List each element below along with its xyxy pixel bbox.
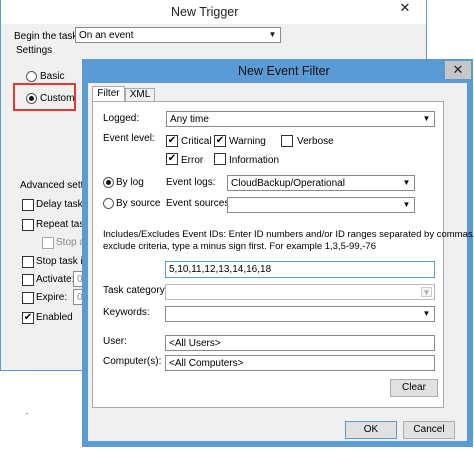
- verbose-label: Verbose: [297, 136, 334, 147]
- computers-input[interactable]: <All Computers>: [165, 355, 435, 371]
- event-logs-label: Event logs:: [166, 177, 216, 188]
- information-checkbox[interactable]: [214, 153, 226, 165]
- enabled-checkbox[interactable]: ✔: [22, 312, 34, 324]
- activate-checkbox[interactable]: [22, 274, 34, 286]
- begin-task-label: Begin the task:: [14, 31, 81, 42]
- user-label: User:: [103, 336, 127, 347]
- error-checkbox[interactable]: ✔: [166, 153, 178, 165]
- warning-checkbox[interactable]: ✔: [214, 135, 226, 147]
- repeat-task-checkbox[interactable]: [22, 219, 34, 231]
- tab-filter-label: Filter: [97, 88, 120, 99]
- logged-select[interactable]: Any time ▼: [166, 111, 435, 127]
- event-sources-label: Event sources:: [166, 198, 233, 209]
- keywords-label: Keywords:: [103, 307, 150, 318]
- event-ids-input[interactable]: 5,10,11,12,13,14,16,18: [165, 261, 435, 278]
- event-sources-select[interactable]: ▼: [227, 197, 415, 213]
- by-log-radio[interactable]: [103, 177, 114, 188]
- begin-task-value: On an event: [79, 30, 134, 41]
- close-icon[interactable]: ✕: [445, 61, 471, 79]
- event-logs-value: CloudBackup/Operational: [231, 178, 345, 189]
- by-source-radio[interactable]: [103, 198, 114, 209]
- critical-checkbox[interactable]: ✔: [166, 135, 178, 147]
- separator-mark: [26, 413, 28, 414]
- verbose-checkbox[interactable]: [281, 135, 293, 147]
- close-icon[interactable]: ✕: [392, 0, 418, 16]
- settings-label: Settings: [16, 45, 53, 56]
- keywords-select[interactable]: ▼: [165, 306, 435, 322]
- new-trigger-titlebar: New Trigger: [1, 0, 426, 24]
- event-level-label: Event level:: [103, 133, 155, 144]
- stop-all-checkbox[interactable]: [42, 237, 54, 249]
- enabled-label: Enabled: [36, 312, 73, 323]
- new-trigger-title: New Trigger: [171, 5, 239, 19]
- logged-label: Logged:: [103, 113, 140, 124]
- chevron-down-icon: ▼: [421, 287, 432, 297]
- user-input[interactable]: <All Users>: [165, 335, 435, 351]
- by-source-label: By source: [116, 198, 161, 209]
- tab-xml-label: XML: [129, 89, 151, 100]
- basic-radio[interactable]: [26, 71, 37, 82]
- user-value: <All Users>: [169, 338, 221, 349]
- event-ids-help-line2: exclude criteria, type a minus sign firs…: [103, 241, 376, 252]
- ok-button[interactable]: OK: [345, 421, 397, 439]
- error-label: Error: [181, 155, 204, 166]
- tab-filter[interactable]: Filter: [92, 86, 125, 102]
- event-ids-value: 5,10,11,12,13,14,16,18: [169, 264, 272, 275]
- cancel-button[interactable]: Cancel: [403, 421, 455, 439]
- computers-value: <All Computers>: [169, 358, 244, 369]
- chevron-down-icon: ▼: [402, 178, 411, 187]
- logged-value: Any time: [170, 114, 209, 125]
- expire-checkbox[interactable]: [22, 292, 34, 304]
- chevron-down-icon: ▼: [422, 114, 431, 123]
- event-ids-help-line1: Includes/Excludes Event IDs: Enter ID nu…: [103, 229, 474, 240]
- by-log-label: By log: [116, 177, 144, 188]
- event-logs-select[interactable]: CloudBackup/Operational ▼: [227, 175, 415, 191]
- chevron-down-icon: ▼: [422, 309, 431, 318]
- expire-label: Expire:: [36, 292, 68, 303]
- stop-task-checkbox[interactable]: [22, 256, 34, 268]
- delay-task-checkbox[interactable]: [22, 199, 34, 211]
- begin-task-select[interactable]: On an event ▼: [75, 27, 281, 43]
- chevron-down-icon: ▼: [268, 30, 277, 39]
- computers-label: Computer(s):: [103, 356, 162, 367]
- information-label: Information: [229, 155, 280, 166]
- critical-label: Critical: [181, 136, 212, 147]
- activate-label: Activate:: [36, 274, 75, 285]
- event-filter-title: New Event Filter: [238, 64, 330, 78]
- clear-button[interactable]: Clear: [390, 379, 438, 397]
- custom-radio[interactable]: [26, 93, 37, 104]
- custom-label: Custom: [40, 93, 75, 104]
- warning-label: Warning: [229, 136, 266, 147]
- task-category-select[interactable]: ▼: [165, 284, 435, 300]
- tab-xml[interactable]: XML: [125, 88, 155, 102]
- task-category-label: Task category:: [103, 285, 168, 296]
- event-filter-titlebar: New Event Filter ✕: [82, 59, 473, 83]
- chevron-down-icon: ▼: [402, 200, 411, 209]
- basic-label: Basic: [40, 71, 65, 82]
